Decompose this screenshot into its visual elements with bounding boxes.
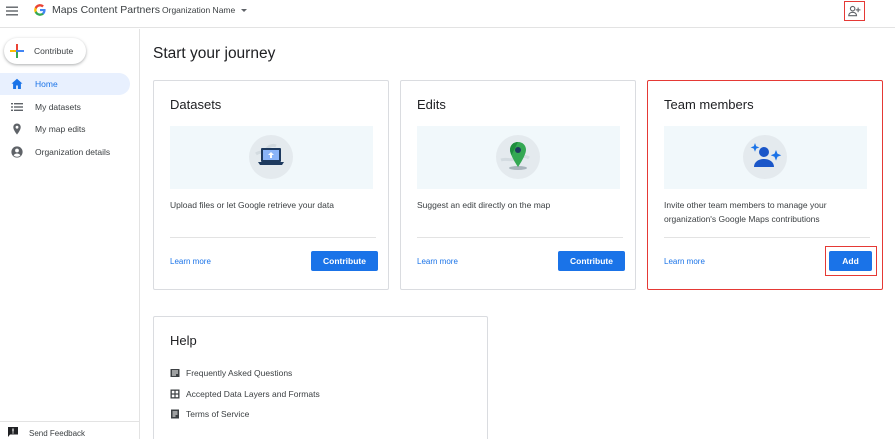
card-description: Upload files or let Google retrieve your…	[170, 200, 334, 210]
sidebar-item-label: My map edits	[35, 124, 86, 134]
app-title: Maps Content Partners	[52, 4, 160, 16]
help-item-data-layers[interactable]: Accepted Data Layers and Formats	[170, 387, 320, 401]
page-title: Start your journey	[153, 45, 276, 62]
document-icon	[171, 409, 179, 419]
map-pin-globe-icon	[496, 135, 540, 179]
dropdown-caret-icon	[241, 8, 248, 12]
sidebar-item-home[interactable]: Home	[0, 73, 130, 95]
contribute-fab-button[interactable]: Contribute	[4, 38, 86, 64]
edits-card: Edits Suggest an edit directly on the ma…	[400, 80, 636, 290]
card-title: Edits	[417, 97, 446, 112]
feedback-icon	[8, 427, 18, 437]
sidebar-item-label: Organization details	[35, 146, 111, 157]
help-item-faq[interactable]: Frequently Asked Questions	[170, 366, 292, 380]
help-item-label: Accepted Data Layers and Formats	[186, 389, 320, 399]
home-icon	[11, 78, 23, 89]
map-pin-icon	[13, 123, 21, 135]
sidebar-item-organization-details[interactable]: Organization details	[0, 141, 130, 163]
add-button-highlight: Add	[825, 246, 877, 276]
card-banner	[417, 126, 620, 189]
organization-name: Organization Name	[162, 5, 236, 15]
top-app-bar: Maps Content Partners Organization Name	[0, 0, 895, 28]
card-divider	[170, 237, 376, 238]
sidebar-item-label: My datasets	[35, 101, 81, 112]
team-members-card: Team members Invite other team members t…	[647, 80, 883, 290]
contribute-edits-button[interactable]: Contribute	[558, 251, 625, 271]
card-banner	[664, 126, 867, 189]
contribute-fab-label: Contribute	[34, 46, 74, 56]
card-description: Invite other team members to manage your…	[664, 200, 827, 224]
add-team-member-button[interactable]: Add	[829, 251, 872, 271]
sidebar-nav: Home My datasets My map edits Organizati…	[0, 73, 140, 163]
sidebar-item-my-datasets[interactable]: My datasets	[0, 96, 130, 118]
person-add-icon	[848, 5, 861, 17]
colored-plus-icon	[10, 44, 24, 58]
team-sparkle-icon	[743, 135, 787, 179]
hamburger-menu-icon[interactable]	[6, 5, 18, 17]
card-description: Suggest an edit directly on the map	[417, 200, 551, 210]
sidebar-item-label: Home	[35, 79, 58, 89]
help-title: Help	[170, 333, 197, 348]
learn-more-link[interactable]: Learn more	[664, 257, 705, 266]
sidebar: Contribute Home My datasets My map edits	[0, 29, 140, 439]
card-divider	[664, 237, 870, 238]
laptop-upload-icon	[249, 135, 293, 179]
help-item-label: Terms of Service	[186, 409, 250, 419]
learn-more-link[interactable]: Learn more	[417, 257, 458, 266]
account-circle-icon	[11, 145, 23, 158]
help-card: Help Frequently Asked Questions Accepted…	[153, 316, 488, 439]
card-banner	[170, 126, 373, 189]
card-divider	[417, 237, 623, 238]
learn-more-link[interactable]: Learn more	[170, 257, 211, 266]
help-item-label: Frequently Asked Questions	[186, 368, 293, 378]
add-person-button[interactable]	[844, 1, 865, 21]
google-logo-icon	[34, 4, 46, 16]
send-feedback-label: Send Feedback	[29, 429, 86, 438]
datasets-card: Datasets Upload files or let Google retr…	[153, 80, 389, 290]
list-icon	[11, 102, 23, 111]
contribute-datasets-button[interactable]: Contribute	[311, 251, 378, 271]
grid-icon	[170, 389, 180, 399]
sidebar-item-my-map-edits[interactable]: My map edits	[0, 118, 130, 140]
card-title: Datasets	[170, 97, 222, 112]
organization-selector[interactable]: Organization Name	[162, 5, 248, 15]
book-icon	[170, 369, 180, 377]
send-feedback-button[interactable]: Send Feedback	[0, 421, 140, 439]
help-item-terms[interactable]: Terms of Service	[170, 407, 249, 421]
card-title: Team members	[664, 97, 754, 112]
